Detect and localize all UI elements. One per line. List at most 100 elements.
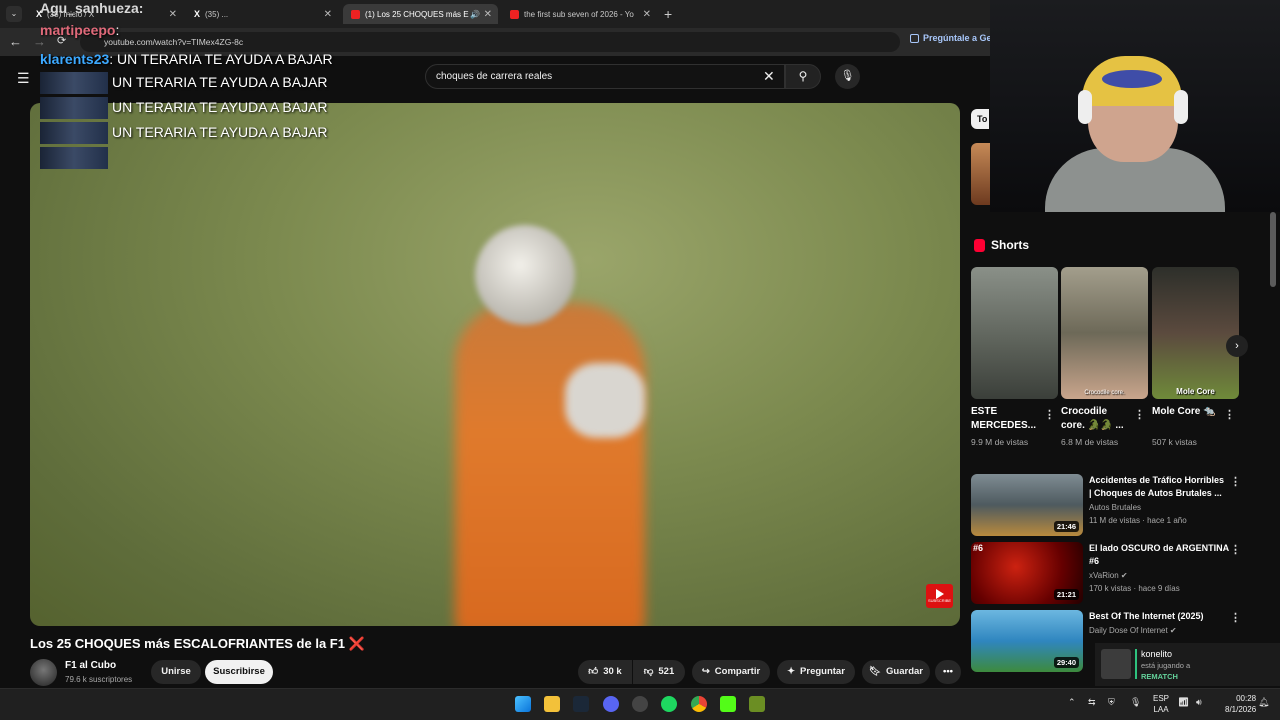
short-title[interactable]: ESTE MERCEDES... [971, 405, 1041, 433]
ask-gemini-label: Pregúntale a Ge [923, 33, 992, 43]
discord-icon[interactable] [603, 696, 619, 712]
channel-name[interactable]: F1 al Cubo [65, 660, 116, 671]
tab-search-button[interactable]: ⌄ [6, 6, 22, 22]
share-button[interactable]: ↪ Compartir [692, 660, 770, 684]
microphone-icon[interactable]: 🎙 [1130, 697, 1141, 708]
sidebar-scrollbar[interactable] [1270, 212, 1276, 287]
kebab-menu-icon[interactable]: ⋮ [1230, 475, 1241, 488]
save-button[interactable]: 🔖︎ Guardar [862, 660, 930, 684]
kebab-menu-icon[interactable]: ⋮ [1044, 408, 1055, 421]
shorts-heading: Shorts [974, 238, 1029, 252]
chat-line: klarents23: UN TERARIA TE AYUDA A BAJAR [40, 51, 333, 67]
shield-icon[interactable]: ⛨ [1108, 697, 1115, 708]
channel-avatar[interactable] [30, 659, 57, 686]
steam-icon[interactable] [573, 696, 589, 712]
voice-search-button[interactable]: 🎙 [835, 64, 860, 89]
tab-youtube-other[interactable]: the first sub seven of 2026 - Yo ✕ [502, 4, 657, 24]
game-name: REMATCH [1141, 672, 1178, 681]
video-thumbnail[interactable]: 29:40 [971, 610, 1083, 672]
avatar [1101, 649, 1131, 679]
short-views: 507 k vistas [1152, 437, 1197, 447]
short-thumbnail[interactable]: Crocodile core. [1061, 267, 1148, 399]
close-tab-icon[interactable]: ✕ [324, 9, 332, 20]
status-bar [1135, 649, 1137, 679]
recommended-video[interactable]: #6 21:21 El lado OSCURO de ARGENTINA #6 … [971, 542, 1241, 604]
search-icon: ⚲ [798, 69, 808, 83]
recommended-video[interactable]: 21:46 Accidentes de Tráfico Horribles | … [971, 474, 1241, 536]
kebab-menu-icon[interactable]: ⋮ [1134, 408, 1145, 421]
thumbs-up-icon: 👍︎ [588, 666, 599, 677]
start-menu-icon[interactable] [515, 696, 531, 712]
network-icon[interactable]: ⇆ [1088, 697, 1096, 708]
video-meta: 11 M de vistas · hace 1 año [1089, 516, 1187, 525]
short-title[interactable]: Mole Core 🐀 [1152, 405, 1222, 419]
clear-search-icon[interactable]: ✕ [763, 68, 775, 85]
search-input[interactable]: choques de carrera reales [425, 64, 785, 89]
audio-playing-icon[interactable]: 🔊 [470, 10, 480, 19]
video-player[interactable]: SUBSCRIBE [30, 103, 960, 626]
filter-chip[interactable]: To [971, 109, 989, 129]
activity-notification[interactable]: konelito está jugando a REMATCH [1095, 643, 1280, 686]
recommended-thumbnail-partial[interactable] [971, 143, 990, 205]
spotify-icon[interactable] [661, 696, 677, 712]
volume-icon[interactable]: 🔊︎ [1196, 697, 1202, 708]
kebab-menu-icon[interactable]: ⋮ [1224, 408, 1235, 421]
video-title: Los 25 CHOQUES más ESCALOFRIANTES de la … [30, 636, 365, 651]
share-icon: ↪ [701, 666, 710, 677]
sparkle-icon: ✦ [787, 666, 796, 677]
tab-x-second[interactable]: X (35) ... ✕ [186, 4, 338, 24]
short-title[interactable]: Crocodile core. 🐊🐊 ... [1061, 405, 1131, 433]
video-title[interactable]: Best Of The Internet (2025) [1089, 610, 1229, 623]
channel-name[interactable]: xVaRion ✔ [1089, 571, 1128, 580]
video-thumbnail[interactable]: #6 21:21 [971, 542, 1083, 604]
chevron-right-icon[interactable]: › [1226, 335, 1248, 357]
screen: ⌄ X (35) Inicio / X ✕ X (35) ... ✕ (1) L… [0, 0, 1280, 720]
language-indicator[interactable]: ESP LAA [1153, 693, 1169, 715]
wifi-icon[interactable]: 📶︎ [1178, 697, 1189, 708]
close-tab-icon[interactable]: ✕ [169, 9, 177, 20]
channel-name[interactable]: Autos Brutales [1089, 503, 1141, 512]
system-clock[interactable]: 00:28 8/1/2026 [1225, 693, 1256, 715]
short-thumbnail[interactable] [971, 267, 1058, 399]
subscribe-button[interactable]: Suscribirse [205, 660, 273, 684]
microphone-icon: 🎙 [840, 70, 855, 82]
emote-column [40, 72, 108, 170]
kick-icon[interactable] [720, 696, 736, 712]
video-thumbnail[interactable]: 21:46 [971, 474, 1083, 536]
notification-bell-icon[interactable]: 🔔︎ [1258, 697, 1269, 708]
url-field[interactable]: youtube.com/watch?v=TIMex4ZG-8c [80, 32, 900, 52]
kebab-menu-icon[interactable]: ⋮ [1230, 543, 1241, 556]
chrome-icon[interactable] [691, 696, 707, 712]
video-title[interactable]: Accidentes de Tráfico Horribles | Choque… [1089, 474, 1229, 500]
like-button[interactable]: 👍︎ 30 k [578, 660, 632, 684]
dislike-button[interactable]: 👎︎ 521 [633, 660, 685, 684]
subscribe-watermark[interactable]: SUBSCRIBE [926, 584, 953, 608]
url-text: youtube.com/watch?v=TIMex4ZG-8c [104, 37, 244, 47]
minecraft-icon[interactable] [749, 696, 765, 712]
friend-name: konelito [1141, 649, 1173, 659]
new-tab-icon[interactable]: + [664, 6, 672, 22]
obs-icon[interactable] [632, 696, 648, 712]
video-frame-helmet [475, 225, 575, 325]
join-button[interactable]: Unirse [151, 660, 201, 684]
shorts-logo-icon [974, 238, 985, 252]
search-button[interactable]: ⚲ [785, 64, 821, 89]
close-tab-icon[interactable]: ✕ [484, 9, 492, 20]
menu-icon[interactable]: ☰ [17, 70, 30, 87]
kebab-menu-icon[interactable]: ⋮ [1230, 611, 1241, 624]
channel-name[interactable]: Daily Dose Of Internet ✔ [1089, 626, 1177, 635]
more-actions-button[interactable]: ••• [935, 660, 961, 684]
video-duration: 21:21 [1053, 589, 1079, 600]
ask-button[interactable]: ✦ Preguntar [777, 660, 855, 684]
video-title[interactable]: El lado OSCURO de ARGENTINA #6 [1089, 542, 1229, 568]
close-tab-icon[interactable]: ✕ [643, 9, 651, 20]
video-frame-patch [565, 363, 645, 438]
ask-gemini-button[interactable]: Pregúntale a Ge [910, 33, 992, 43]
back-arrow-icon[interactable]: ← [9, 34, 22, 49]
chevron-up-icon[interactable]: ⌃ [1068, 697, 1076, 708]
file-explorer-icon[interactable] [544, 696, 560, 712]
short-thumbnail[interactable]: Mole Core [1152, 267, 1239, 399]
chat-line: UN TERARIA TE AYUDA A BAJAR [112, 74, 328, 90]
webcam-hat-logo [1102, 70, 1162, 88]
tab-youtube-video[interactable]: (1) Los 25 CHOQUES más E 🔊 ✕ [343, 4, 498, 24]
